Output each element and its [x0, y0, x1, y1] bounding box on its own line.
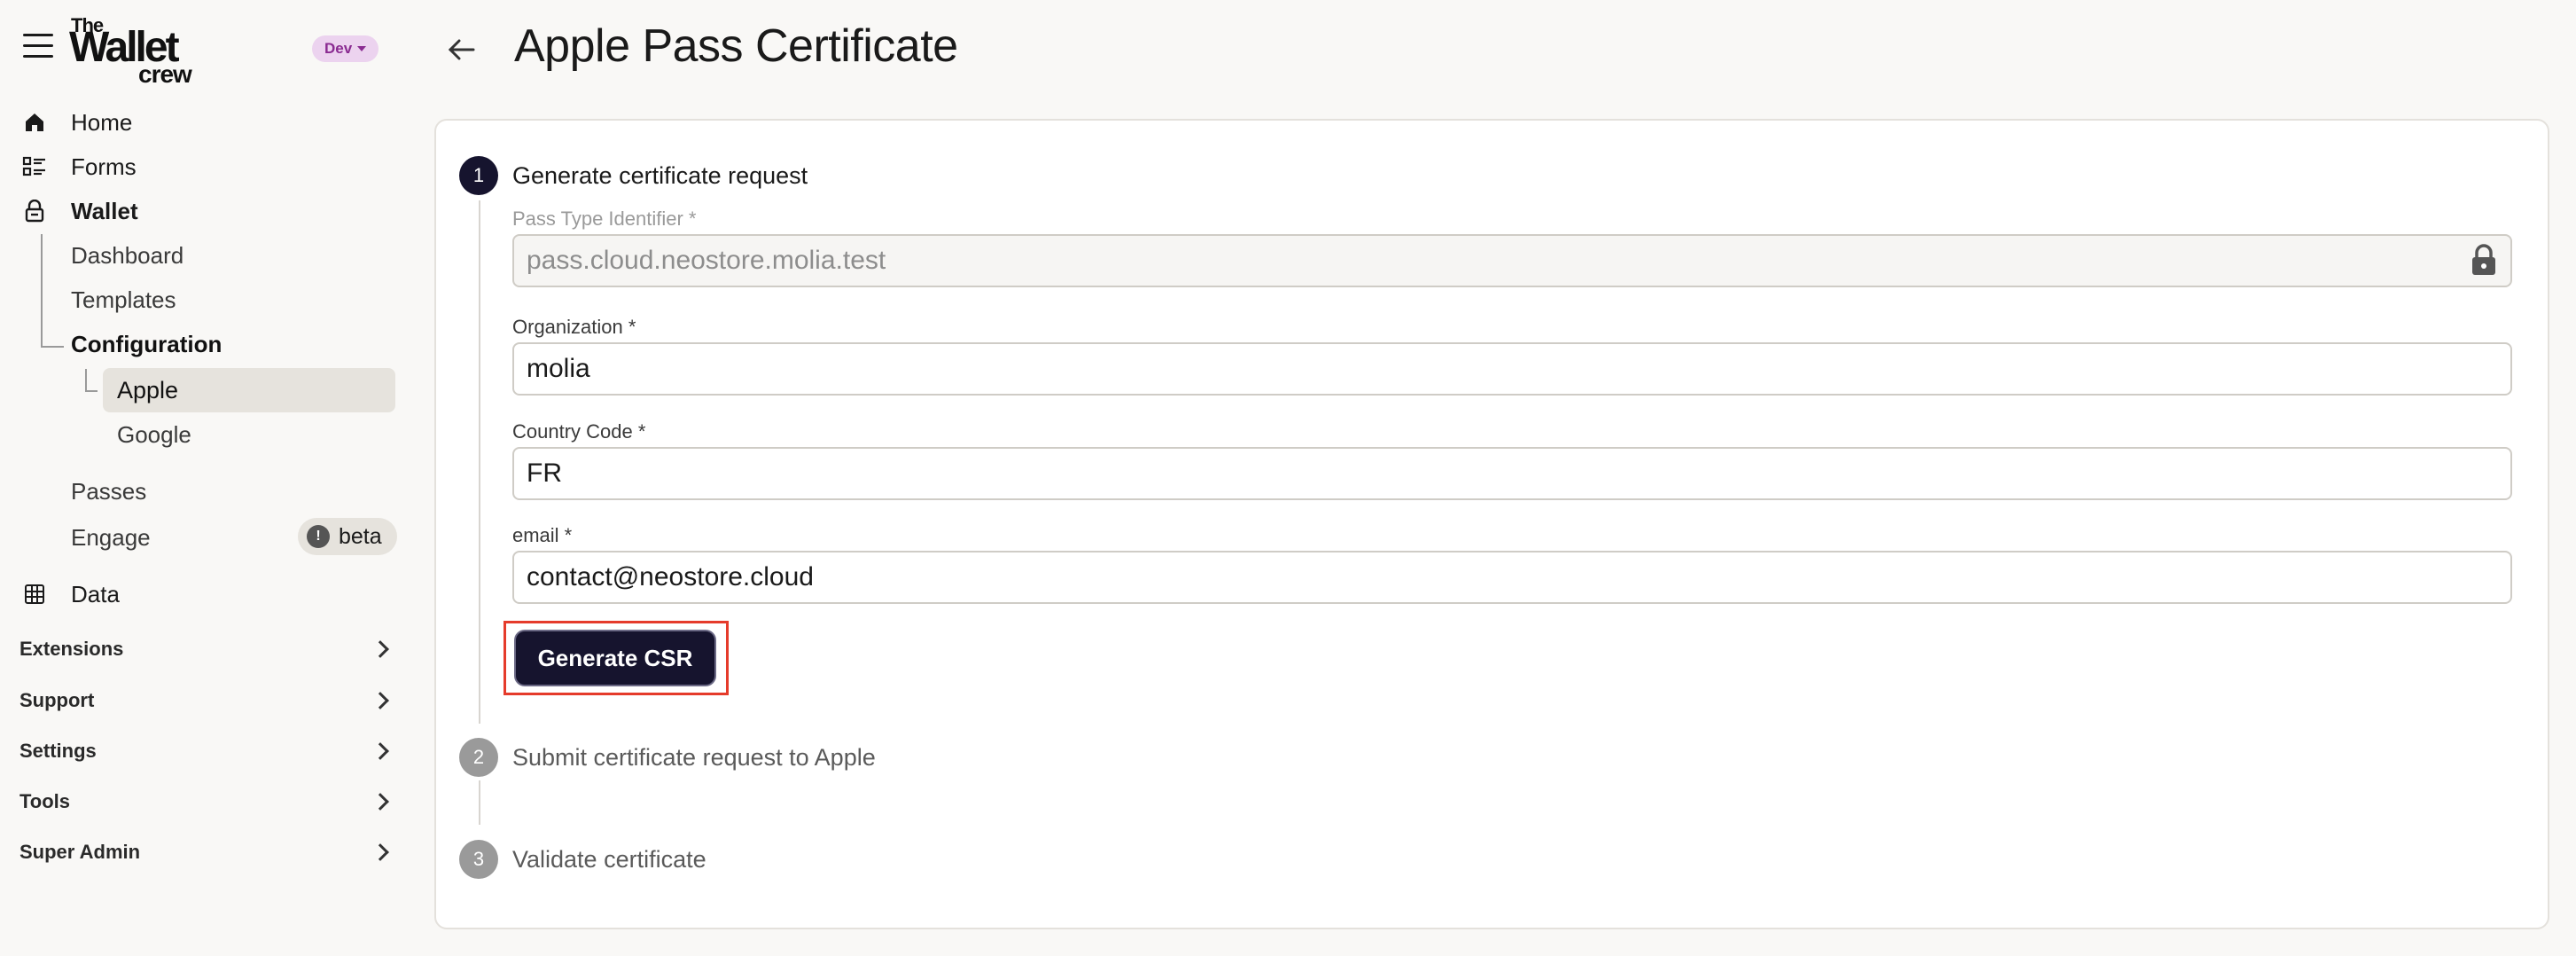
lock-icon	[2470, 243, 2498, 277]
sidebar-item-label: Apple	[117, 376, 179, 404]
sidebar-section-extensions[interactable]: Extensions	[20, 630, 399, 669]
organization-label: Organization *	[512, 316, 636, 338]
organization-input[interactable]	[512, 342, 2512, 396]
wallet-lock-icon	[21, 198, 48, 224]
back-arrow-icon[interactable]	[443, 32, 479, 67]
chevron-right-icon	[371, 692, 389, 709]
sidebar-item-label: Passes	[71, 477, 147, 505]
sidebar-item-engage[interactable]: Engage	[71, 518, 151, 557]
sidebar-item-label: Templates	[71, 286, 176, 313]
sidebar-section-support[interactable]: Support	[20, 681, 399, 720]
chevron-right-icon	[371, 640, 389, 658]
country-code-label: Country Code *	[512, 420, 646, 443]
section-label: Settings	[20, 740, 97, 762]
sidebar-item-label: Engage	[71, 523, 151, 551]
sidebar-item-wallet[interactable]: Wallet	[21, 192, 138, 231]
step-number-2: 2	[459, 738, 498, 777]
pass-type-identifier-label: Pass Type Identifier *	[512, 208, 697, 230]
environment-label: Dev	[324, 40, 353, 57]
home-icon	[21, 109, 48, 136]
menu-icon[interactable]	[23, 34, 53, 59]
sidebar-item-label: Forms	[71, 153, 137, 180]
tree-line	[85, 369, 87, 392]
chevron-right-icon	[371, 742, 389, 760]
page-title: Apple Pass Certificate	[514, 20, 958, 72]
step-title-3[interactable]: Validate certificate	[512, 846, 706, 874]
sidebar-section-tools[interactable]: Tools	[20, 782, 399, 821]
country-code-input[interactable]	[512, 447, 2512, 500]
step-number-3: 3	[459, 840, 498, 879]
list-icon	[21, 153, 48, 180]
step-connector	[479, 200, 480, 724]
tree-line	[85, 390, 98, 392]
logo[interactable]: The Wallet crew	[69, 14, 213, 87]
table-icon	[21, 581, 48, 607]
sidebar-item-home[interactable]: Home	[21, 103, 132, 142]
sidebar-section-super-admin[interactable]: Super Admin	[20, 833, 399, 872]
sidebar-item-label: Dashboard	[71, 241, 184, 269]
step-title-1[interactable]: Generate certificate request	[512, 162, 808, 190]
section-label: Super Admin	[20, 841, 141, 863]
sidebar: The Wallet crew Dev Home Forms Wallet Da…	[0, 0, 417, 956]
sidebar-item-label: Google	[117, 420, 191, 448]
section-label: Support	[20, 689, 95, 711]
sidebar-item-label: Home	[71, 108, 133, 136]
sidebar-item-label: Wallet	[71, 197, 138, 224]
sidebar-item-templates[interactable]: Templates	[71, 280, 176, 319]
section-label: Extensions	[20, 638, 124, 660]
sidebar-item-label: Configuration	[71, 330, 222, 357]
sidebar-item-apple[interactable]: Apple	[103, 368, 395, 412]
tree-line	[41, 234, 43, 348]
step-title-2[interactable]: Submit certificate request to Apple	[512, 744, 876, 772]
sidebar-item-forms[interactable]: Forms	[21, 147, 137, 186]
sidebar-item-label: Data	[71, 580, 120, 607]
section-label: Tools	[20, 790, 71, 812]
caret-down-icon	[357, 46, 367, 51]
sidebar-item-google[interactable]: Google	[117, 415, 191, 454]
environment-dropdown[interactable]: Dev	[312, 35, 379, 62]
tree-line	[41, 346, 64, 348]
step-number-1: 1	[459, 156, 498, 195]
sidebar-item-data[interactable]: Data	[21, 575, 120, 614]
sidebar-item-passes[interactable]: Passes	[71, 472, 146, 511]
step-connector	[479, 780, 480, 825]
chevron-right-icon	[371, 843, 389, 861]
generate-csr-button[interactable]: Generate CSR	[514, 630, 716, 686]
email-input[interactable]	[512, 551, 2512, 604]
sidebar-item-dashboard[interactable]: Dashboard	[71, 236, 183, 275]
sidebar-item-configuration[interactable]: Configuration	[71, 325, 222, 364]
sidebar-section-settings[interactable]: Settings	[20, 732, 399, 771]
chevron-right-icon	[371, 793, 389, 811]
pass-type-identifier-input	[512, 234, 2512, 287]
email-label: email *	[512, 524, 573, 546]
beta-label: beta	[339, 523, 382, 549]
beta-badge: ! beta	[298, 518, 397, 555]
alert-icon: !	[307, 525, 330, 548]
